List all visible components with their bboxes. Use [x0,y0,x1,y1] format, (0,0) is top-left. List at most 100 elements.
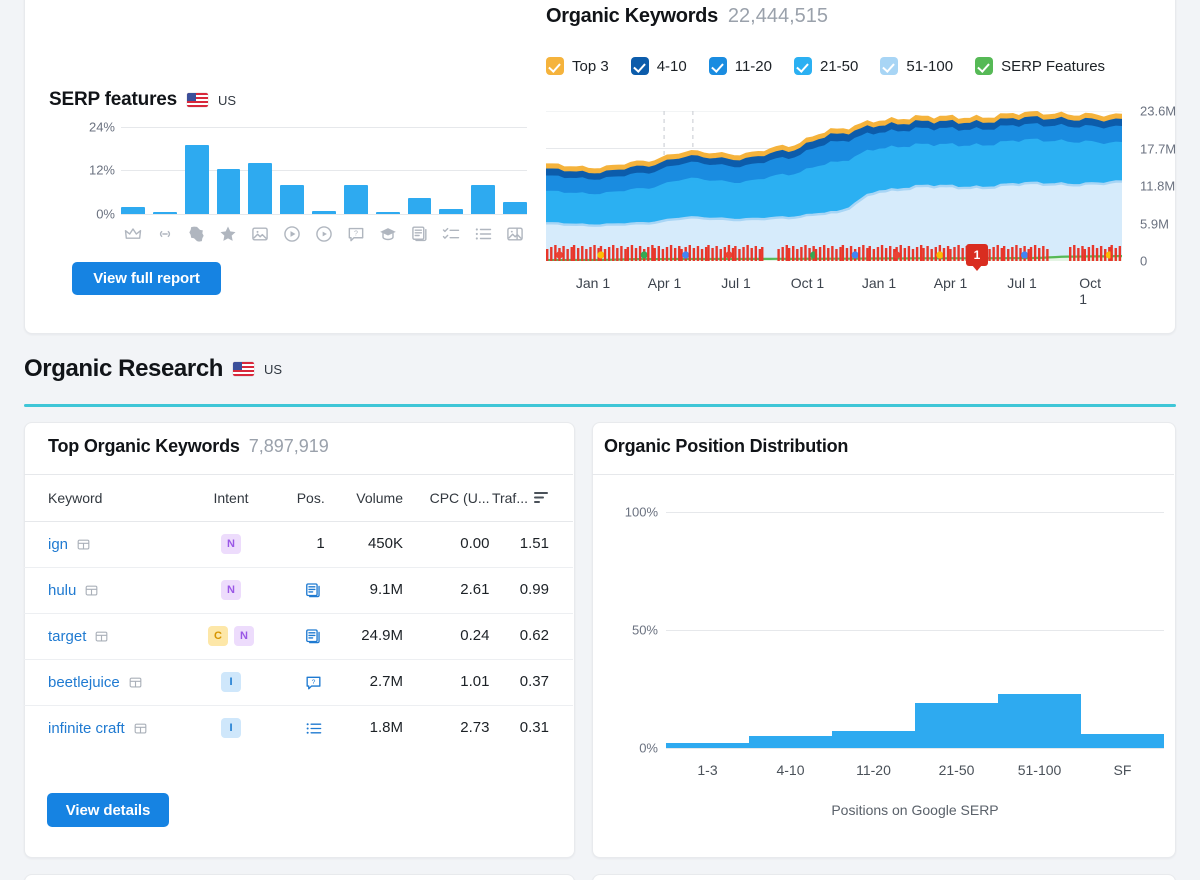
serp-feature-bar[interactable] [375,125,400,217]
serp-preview-icon[interactable] [133,721,148,736]
keyword-link[interactable]: hulu [48,582,76,599]
position-bucket-bar[interactable] [832,496,915,756]
position-bucket-bar[interactable] [666,496,749,756]
x-tick-label: Jan 1 [861,275,897,291]
legend-checkbox[interactable] [708,57,727,75]
link-icon[interactable] [153,221,177,247]
intent-badge-n[interactable]: N [221,534,241,554]
algorithm-update-band [546,245,1122,261]
position-bucket-bar[interactable] [1081,496,1164,756]
legend-checkbox[interactable] [975,57,994,75]
column-header-keyword[interactable]: Keyword [24,475,197,521]
legend-item-21-50[interactable]: 21-50 [794,57,858,75]
table-row[interactable]: infinite craft I 1.8M 2.73 0.31 [24,705,573,751]
svg-text:?: ? [354,230,358,238]
table-row[interactable]: ign N 1 450K 0.00 1.51 [24,521,573,567]
table-row[interactable]: hulu N 9.1M 2.61 0.99 [24,567,573,613]
image-icon[interactable] [248,221,272,247]
legend-item-51-100[interactable]: 51-100 [880,57,953,75]
list-icon[interactable] [471,221,495,247]
serp-feature-bar[interactable] [439,125,464,217]
keyword-link[interactable]: infinite craft [48,720,125,737]
legend-item-11-20[interactable]: 11-20 [708,57,772,75]
opd-x-axis: 1-3 4-10 11-20 21-50 51-100 SF [666,762,1164,778]
video-filled-icon[interactable] [280,221,304,247]
news-article-icon[interactable] [265,581,325,600]
position-bucket-bar[interactable] [915,496,998,756]
legend-checkbox[interactable] [880,57,899,75]
legend-checkbox[interactable] [630,57,649,75]
intent-badge-n[interactable]: N [221,580,241,600]
volume-value: 1.8M [369,719,403,737]
serp-preview-icon[interactable] [128,675,143,690]
serp-feature-bar[interactable] [184,125,209,217]
serp-feature-bar[interactable] [503,125,527,217]
serp-feature-bar[interactable] [312,125,336,217]
ad-diamond-icon[interactable] [185,221,209,247]
legend-checkbox[interactable] [546,57,564,75]
serp-preview-icon[interactable] [76,537,91,552]
traffic-value: 0.62 [519,627,549,644]
crown-icon[interactable] [121,221,145,247]
legend-checkbox[interactable] [794,57,812,75]
serp-feature-bar[interactable] [471,125,496,217]
table-row[interactable]: target C N 24.9M 0.24 0.62 [24,613,573,659]
keyword-link[interactable]: ign [48,536,68,553]
column-header-intent[interactable]: Intent [197,475,265,521]
serp-feature-bar[interactable] [216,125,241,217]
sort-descending-icon[interactable] [534,492,549,504]
keyword-link[interactable]: target [48,628,86,645]
intent-badge-c[interactable]: C [208,626,228,646]
serp-feature-bar[interactable] [280,125,305,217]
position-value: 1 [316,535,325,552]
y-tick-label: 50% [631,622,658,638]
serp-feature-bar[interactable] [121,125,145,217]
view-full-report-button[interactable]: View full report [72,262,221,295]
serp-preview-icon[interactable] [84,583,99,598]
column-header-volume[interactable]: Volume [325,475,403,521]
knowledge-hat-icon[interactable] [376,221,400,247]
algorithm-update-marker[interactable]: 1 [966,244,988,266]
serp-feature-bar[interactable] [248,125,273,217]
video-outline-icon[interactable] [312,221,336,247]
serp-feature-bar[interactable] [152,125,177,217]
bar [312,211,336,214]
view-details-button[interactable]: View details [47,793,169,827]
news-article-icon[interactable] [408,221,432,247]
legend-item-4-10[interactable]: 4-10 [630,57,687,75]
overview-card: SERP features US 24% 12% 0% ? View full … [24,0,1176,334]
intent-badge-i[interactable]: I [221,718,241,739]
traffic-value: 0.31 [519,719,549,737]
intent-badge-i[interactable]: I [221,672,241,692]
serp-feature-bar[interactable] [343,125,368,217]
serp-preview-icon[interactable] [94,629,109,644]
column-header-pos[interactable]: Pos. [265,475,325,521]
image-pack-icon[interactable] [503,221,527,247]
star-icon[interactable] [217,221,241,247]
x-tick-label: Oct 1 [1079,275,1102,307]
serp-features-title: SERP features [49,89,177,110]
checklist-icon[interactable] [439,221,463,247]
bar [503,202,527,214]
intent-badges: N [197,580,265,600]
table-row[interactable]: beetlejuice I? 2.7M 1.01 0.37 [24,659,573,705]
question-box-icon[interactable]: ? [265,673,325,692]
keyword-link[interactable]: beetlejuice [48,674,120,691]
column-header-cpc[interactable]: CPC (U... [403,475,490,521]
organic-research-section-header: Organic Research US [24,355,282,383]
legend-item-top-3[interactable]: Top 3 [546,57,609,75]
next-card-placeholder [24,874,575,880]
list-icon[interactable] [265,719,325,738]
column-header-traffic[interactable]: Traf... [489,475,573,521]
serp-feature-bar[interactable] [407,125,432,217]
serp-features-header: SERP features US [49,89,236,111]
position-bucket-bar[interactable] [998,496,1081,756]
intent-badges: I [197,672,265,692]
position-bucket-bar[interactable] [749,496,832,756]
question-box-icon[interactable]: ? [344,221,368,247]
organic-keywords-plot [546,111,1122,261]
intent-badge-n[interactable]: N [234,626,254,646]
news-article-icon[interactable] [265,627,325,646]
cpc-value: 1.01 [460,673,490,690]
legend-item-serp-features[interactable]: SERP Features [975,57,1105,75]
